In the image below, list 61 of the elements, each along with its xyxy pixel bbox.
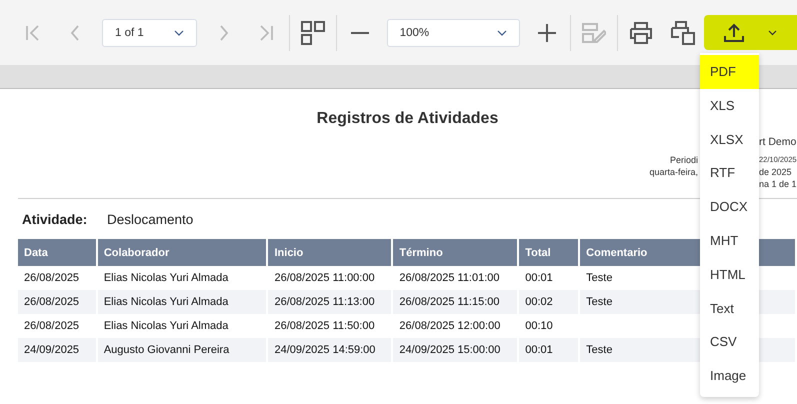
chevron-left-icon bbox=[70, 24, 80, 40]
export-format-item[interactable]: XLSX bbox=[700, 122, 759, 156]
table-cell: 26/08/2025 bbox=[24, 296, 80, 308]
column-header: Colaborador bbox=[98, 239, 266, 266]
column-header: Término bbox=[393, 239, 518, 266]
table-cell: 24/09/2025 14:59:00 bbox=[274, 344, 376, 356]
last-page-icon bbox=[258, 24, 274, 40]
table-cell: 26/08/2025 11:13:00 bbox=[274, 296, 375, 308]
table-cell: 26/08/2025 11:50:00 bbox=[274, 320, 375, 332]
header-text: Periodi bbox=[670, 154, 698, 166]
zoom-select[interactable]: 100% bbox=[386, 18, 520, 46]
table-cell: 00:10 bbox=[525, 320, 553, 332]
print-icon bbox=[630, 22, 652, 44]
export-format-item[interactable]: Image bbox=[700, 359, 759, 393]
chevron-down-icon bbox=[496, 30, 507, 36]
report-title: Registros de Atividades bbox=[316, 110, 500, 129]
table-cell: Teste bbox=[586, 272, 612, 284]
table-cell: Elias Nicolas Yuri Almada bbox=[104, 272, 228, 284]
export-format-item[interactable]: CSV bbox=[700, 325, 759, 360]
activity-label: Atividade: bbox=[22, 212, 88, 226]
table-cell: 26/08/2025 bbox=[24, 272, 80, 284]
header-text: na 1 de 1 bbox=[759, 178, 797, 190]
table-cell: 00:02 bbox=[525, 296, 553, 308]
table-cell: 26/08/2025 bbox=[24, 320, 80, 332]
table-cell: 24/09/2025 bbox=[24, 344, 80, 356]
chevron-down-icon bbox=[174, 30, 184, 36]
minus-icon bbox=[350, 30, 369, 34]
export-format-item[interactable]: Text bbox=[700, 292, 759, 326]
table-cell: Teste bbox=[586, 296, 612, 308]
table-cell: 26/08/2025 12:00:00 bbox=[399, 320, 500, 332]
header-text: de 2025 bbox=[759, 166, 793, 178]
print-page-icon bbox=[670, 20, 695, 44]
plus-icon bbox=[538, 24, 556, 42]
edit-form-icon bbox=[582, 22, 606, 44]
chevron-down-icon bbox=[768, 30, 778, 36]
table-cell: 00:01 bbox=[525, 272, 553, 284]
table-cell: 26/08/2025 11:00:00 bbox=[274, 272, 375, 284]
column-header: Data bbox=[18, 239, 96, 266]
activity-value: Deslocamento bbox=[107, 212, 194, 226]
page-select[interactable]: 1 of 1 bbox=[102, 18, 197, 46]
chevron-right-icon bbox=[218, 24, 229, 40]
export-format-item[interactable]: PDF bbox=[700, 55, 759, 89]
table-cell: Elias Nicolas Yuri Almada bbox=[104, 320, 228, 332]
column-header: Total bbox=[519, 239, 578, 266]
table-cell: Augusto Giovanni Pereira bbox=[104, 344, 230, 356]
column-header: Inicio bbox=[268, 239, 392, 266]
table-cell: 26/08/2025 11:01:00 bbox=[399, 272, 500, 284]
header-text: rt Demo bbox=[759, 135, 797, 150]
export-format-item[interactable]: RTF bbox=[700, 156, 759, 190]
export-format-item[interactable]: XLS bbox=[700, 88, 759, 123]
table-cell: Teste bbox=[586, 344, 612, 356]
table-cell: 26/08/2025 11:15:00 bbox=[399, 296, 500, 308]
export-format-item[interactable]: DOCX bbox=[700, 190, 759, 224]
multipage-icon bbox=[300, 20, 325, 44]
table-cell: 24/09/2025 15:00:00 bbox=[399, 344, 500, 356]
first-page-icon bbox=[25, 24, 41, 40]
table-cell: 00:01 bbox=[525, 344, 553, 356]
table-cell: Elias Nicolas Yuri Almada bbox=[104, 296, 228, 308]
header-text: quarta-feira, bbox=[649, 166, 698, 178]
export-button[interactable] bbox=[704, 15, 797, 50]
upload-icon bbox=[723, 22, 746, 42]
